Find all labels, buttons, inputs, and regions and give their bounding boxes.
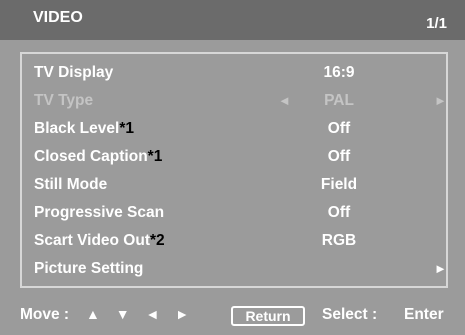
menu-item-tv-type: TV Type ◄ PAL ► [22, 86, 448, 114]
menu-item-value: Off [327, 204, 351, 221]
arrow-left-icon: ◄ [278, 93, 291, 108]
move-label: Move : [20, 306, 70, 323]
menu-item-label: Picture Setting [34, 260, 144, 277]
footnote-marker: *1 [147, 148, 163, 165]
menu-item-label: TV Type [34, 92, 94, 109]
select-label: Select : [322, 306, 378, 323]
settings-panel: TV Display 16:9 TV Type ◄ PAL ► Black Le… [20, 52, 448, 288]
footnote-marker: *2 [150, 232, 165, 249]
arrow-right-icon: ► [434, 93, 447, 108]
menu-item-label: TV Display [34, 64, 114, 81]
menu-item-tv-display[interactable]: TV Display 16:9 [22, 58, 448, 86]
menu-item-scart-video-out[interactable]: Scart Video Out*2 RGB [22, 226, 448, 254]
arrow-right-icon: ► [434, 261, 447, 276]
menu-item-label: Progressive Scan [34, 204, 165, 221]
menu-item-value: RGB [321, 232, 357, 249]
enter-key-label: Enter [404, 306, 444, 323]
menu-title: VIDEO [33, 9, 83, 26]
footnote-marker: *1 [119, 120, 134, 137]
menu-item-value: Field [320, 176, 358, 193]
menu-item-value: Off [327, 148, 351, 165]
return-button[interactable]: Return [231, 306, 305, 326]
menu-item-picture-setting[interactable]: Picture Setting ► [22, 254, 448, 282]
navigation-arrows-icon: ▲ ▼ ◄ ► [86, 306, 196, 322]
menu-item-value: 16:9 [323, 64, 355, 81]
title-bar: VIDEO 1/1 [0, 0, 465, 40]
menu-item-black-level[interactable]: Black Level*1 Off [22, 114, 448, 142]
menu-item-closed-caption[interactable]: Closed Caption*1 Off [22, 142, 448, 170]
menu-item-label: Black Level [34, 120, 120, 137]
video-settings-screen: VIDEO 1/1 TV Display 16:9 TV Type ◄ PAL … [0, 0, 465, 335]
menu-item-label: Scart Video Out [34, 232, 150, 249]
menu-item-value: PAL [324, 92, 354, 109]
menu-item-value: Off [327, 120, 351, 137]
menu-item-progressive-scan[interactable]: Progressive Scan Off [22, 198, 448, 226]
page-indicator: 1/1 [426, 15, 447, 32]
menu-item-still-mode[interactable]: Still Mode Field [22, 170, 448, 198]
menu-item-label: Still Mode [34, 176, 108, 193]
footer-bar: Move : ▲ ▼ ◄ ► Return Select : Enter [0, 300, 465, 335]
menu-item-label: Closed Caption [34, 148, 148, 165]
